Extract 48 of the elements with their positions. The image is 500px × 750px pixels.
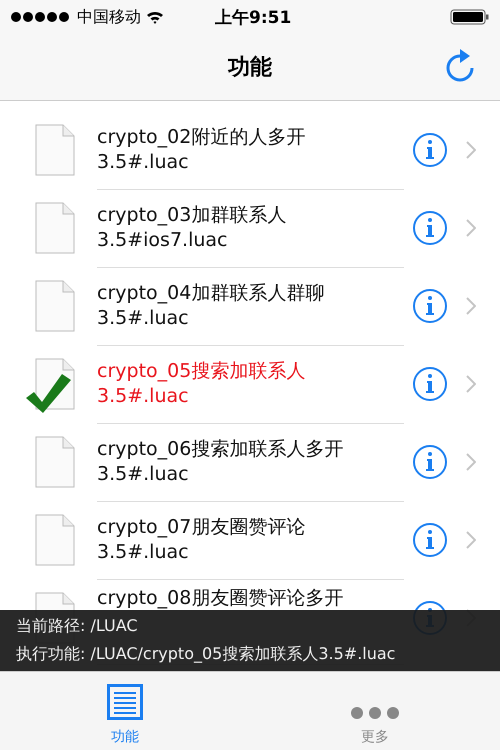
info-icon[interactable]: [412, 288, 448, 324]
info-icon[interactable]: [412, 444, 448, 480]
file-extension: 3.5#.luac: [97, 540, 190, 564]
nav-title: 功能: [228, 54, 272, 82]
file-extension: 3.5#ios7.luac: [97, 228, 228, 252]
carrier-name: 中国移动: [77, 6, 141, 28]
file-name: crypto_05搜索加联系人: [97, 358, 306, 384]
info-icon[interactable]: [412, 522, 448, 558]
file-row[interactable]: crypto_06搜索加联系人多开 3.5#.luac: [0, 423, 500, 501]
document-icon: [34, 514, 74, 566]
file-extension: 3.5#.luac: [97, 306, 190, 330]
tab[interactable]: 功能: [0, 672, 250, 750]
file-name: crypto_02附近的人多开: [97, 124, 306, 150]
file-name: crypto_03加群联系人: [97, 202, 288, 228]
document-icon: [34, 280, 74, 332]
signal-icon: [10, 11, 72, 23]
info-icon[interactable]: [412, 210, 448, 246]
chevron-icon: [466, 453, 476, 471]
chevron-icon: [466, 375, 476, 393]
current-path: 当前路径: /LUAC: [16, 616, 138, 638]
document-icon: [34, 436, 74, 488]
chevron-icon: [466, 141, 476, 159]
file-row[interactable]: crypto_07朋友圈赞评论 3.5#.luac: [0, 501, 500, 579]
chevron-icon: [466, 219, 476, 237]
executing-function: 执行功能: /LUAC/crypto_05搜索加联系人3.5#.luac: [16, 644, 396, 665]
refresh-icon[interactable]: [444, 48, 476, 82]
chevron-icon: [466, 297, 476, 315]
status-time: 上午9:51: [215, 6, 292, 28]
file-name: crypto_04加群联系人群聊: [97, 280, 326, 306]
list-icon: [107, 684, 143, 720]
wifi-icon: [146, 10, 164, 24]
info-icon[interactable]: [412, 366, 448, 402]
file-name: crypto_06搜索加联系人多开: [97, 436, 344, 462]
info-icon[interactable]: [412, 132, 448, 168]
document-icon: [34, 124, 74, 176]
document-icon: [34, 202, 74, 254]
file-name: crypto_08朋友圈赞评论多开: [97, 586, 344, 610]
chevron-icon: [466, 531, 476, 549]
file-extension: 3.5#.luac: [97, 384, 190, 408]
file-extension: 3.5#.luac: [97, 150, 190, 174]
battery-icon: [450, 9, 490, 25]
file-name: crypto_07朋友圈赞评论: [97, 514, 306, 540]
file-row[interactable]: crypto_04加群联系人群聊 3.5#.luac: [0, 267, 500, 345]
more-icon: [350, 706, 400, 720]
file-row[interactable]: crypto_02附近的人多开 3.5#.luac: [0, 111, 500, 189]
file-extension: 3.5#.luac: [97, 462, 190, 486]
file-row[interactable]: crypto_03加群联系人 3.5#ios7.luac: [0, 189, 500, 267]
file-row[interactable]: crypto_05搜索加联系人 3.5#.luac: [0, 345, 500, 423]
